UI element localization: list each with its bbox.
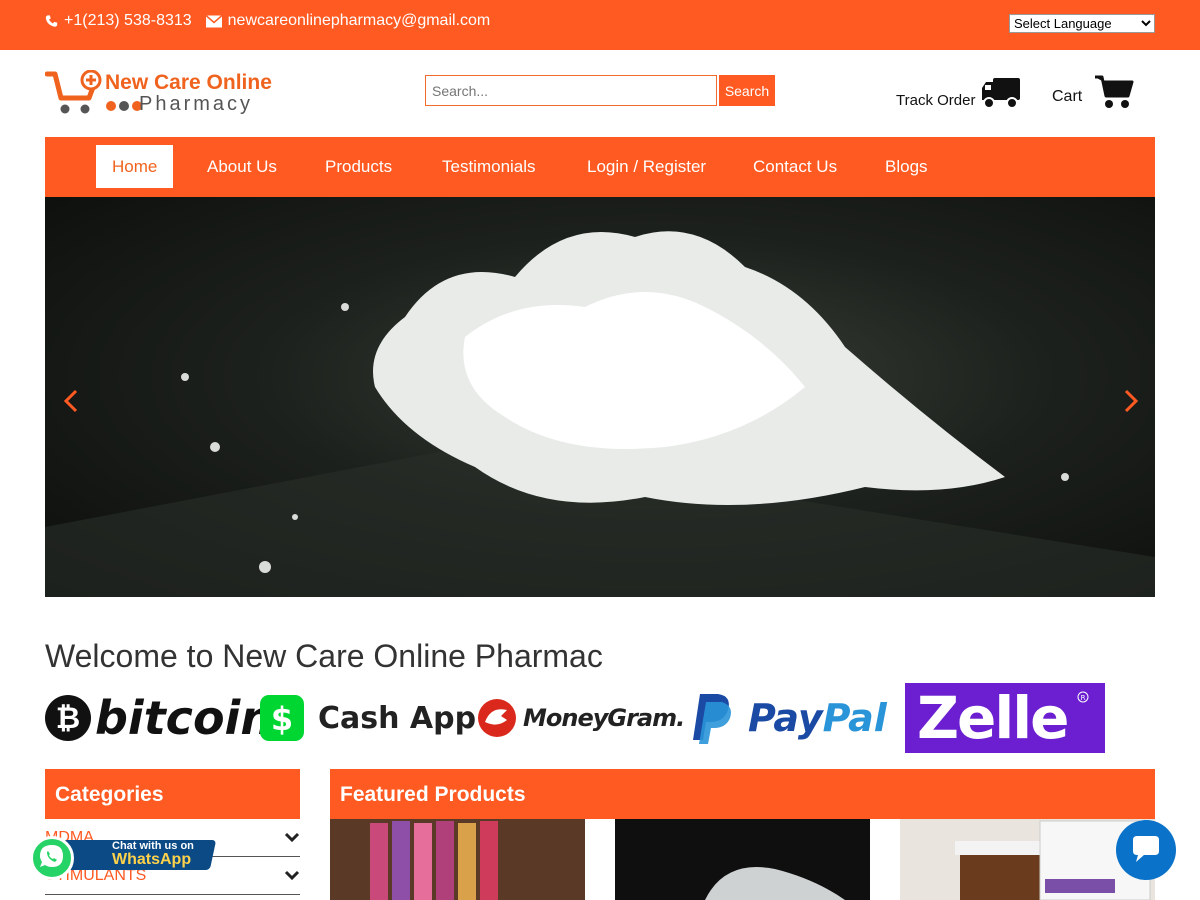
envelope-icon: [205, 14, 222, 28]
nav-testimonials[interactable]: Testimonials: [426, 145, 552, 188]
zelle-text: Zelle: [917, 684, 1069, 752]
categories-heading: Categories: [45, 769, 300, 819]
zelle-logo: Zelle R: [905, 683, 1105, 753]
svg-text:R: R: [1081, 694, 1086, 702]
hero-image: [45, 231, 1155, 597]
paypal-text-pay: Pay: [748, 696, 823, 740]
cashapp-text: Cash App: [318, 700, 477, 736]
track-order-link[interactable]: Track Order: [896, 76, 1021, 110]
phone-number: +1(213) 538-8313: [64, 12, 192, 29]
moneygram-logo: MoneyGram.: [477, 683, 685, 753]
search-button[interactable]: Search: [719, 75, 775, 106]
paypal-icon: [693, 694, 731, 744]
paypal-text-pal: Pal: [822, 696, 887, 740]
product-card[interactable]: [330, 819, 585, 900]
contact-info: +1(213) 538-8313 newcareonlinepharmacy@g…: [45, 12, 504, 30]
truck-icon: [982, 78, 1021, 109]
welcome-heading: Welcome to New Care Online Pharmac: [45, 638, 603, 674]
cart-label: Cart: [1052, 88, 1083, 105]
whatsapp-icon: [30, 836, 74, 880]
registered-icon: R: [1077, 691, 1089, 703]
top-bar: +1(213) 538-8313 newcareonlinepharmacy@g…: [0, 0, 1200, 50]
nav-about-us[interactable]: About Us: [191, 145, 293, 188]
product-card[interactable]: [615, 819, 870, 900]
moneygram-icon: [478, 699, 516, 737]
whatsapp-chat-button[interactable]: Chat with us on WhatsApp: [30, 836, 217, 880]
site-logo[interactable]: New Care Online Pharmacy: [45, 68, 285, 118]
logo-text-line1: New Care Online: [105, 71, 272, 94]
main-nav: Home About Us Products Testimonials Logi…: [45, 137, 1155, 197]
featured-products-heading: Featured Products: [330, 769, 1155, 819]
whatsapp-line2: WhatsApp: [112, 851, 192, 868]
nav-contact-us[interactable]: Contact Us: [737, 145, 853, 188]
nav-home[interactable]: Home: [96, 145, 174, 188]
slider-prev-icon[interactable]: [62, 389, 82, 413]
chat-bubble-icon: [1133, 836, 1159, 862]
product-image: [370, 821, 498, 900]
paypal-logo: PayPal: [690, 683, 887, 753]
product-image: [705, 867, 845, 900]
slider-next-icon[interactable]: [1120, 389, 1140, 413]
language-select[interactable]: Select Language: [1009, 14, 1155, 33]
cart-link[interactable]: Cart: [1052, 74, 1134, 110]
nav-login-register[interactable]: Login / Register: [571, 145, 722, 188]
cashapp-logo: $ Cash App: [260, 683, 476, 753]
live-chat-button[interactable]: [1116, 820, 1176, 880]
bitcoin-text: bitcoin: [95, 691, 274, 745]
svg-text:$: $: [271, 700, 293, 738]
search-input[interactable]: [425, 75, 717, 106]
hero-slider[interactable]: [45, 197, 1155, 597]
svg-text:₿: ₿: [56, 701, 80, 736]
bitcoin-logo: ₿ bitcoin: [45, 683, 273, 753]
phone-icon: [45, 14, 58, 28]
chevron-down-icon[interactable]: [284, 831, 300, 843]
track-order-label: Track Order: [896, 91, 976, 109]
phone-link[interactable]: +1(213) 538-8313: [45, 12, 192, 30]
chevron-down-icon[interactable]: [284, 869, 300, 881]
email-link[interactable]: newcareonlinepharmacy@gmail.com: [205, 12, 491, 30]
paypal-text: PayPal: [748, 696, 887, 740]
email-address: newcareonlinepharmacy@gmail.com: [227, 12, 491, 29]
logo-text-line2: Pharmacy: [139, 93, 254, 115]
moneygram-text: MoneyGram.: [523, 704, 685, 732]
cart-logo-icon: [45, 70, 102, 114]
nav-blogs[interactable]: Blogs: [869, 145, 944, 188]
bitcoin-icon: ₿: [45, 695, 91, 741]
shopping-cart-icon: [1095, 75, 1134, 108]
nav-products[interactable]: Products: [309, 145, 408, 188]
cashapp-icon: $: [260, 695, 304, 741]
